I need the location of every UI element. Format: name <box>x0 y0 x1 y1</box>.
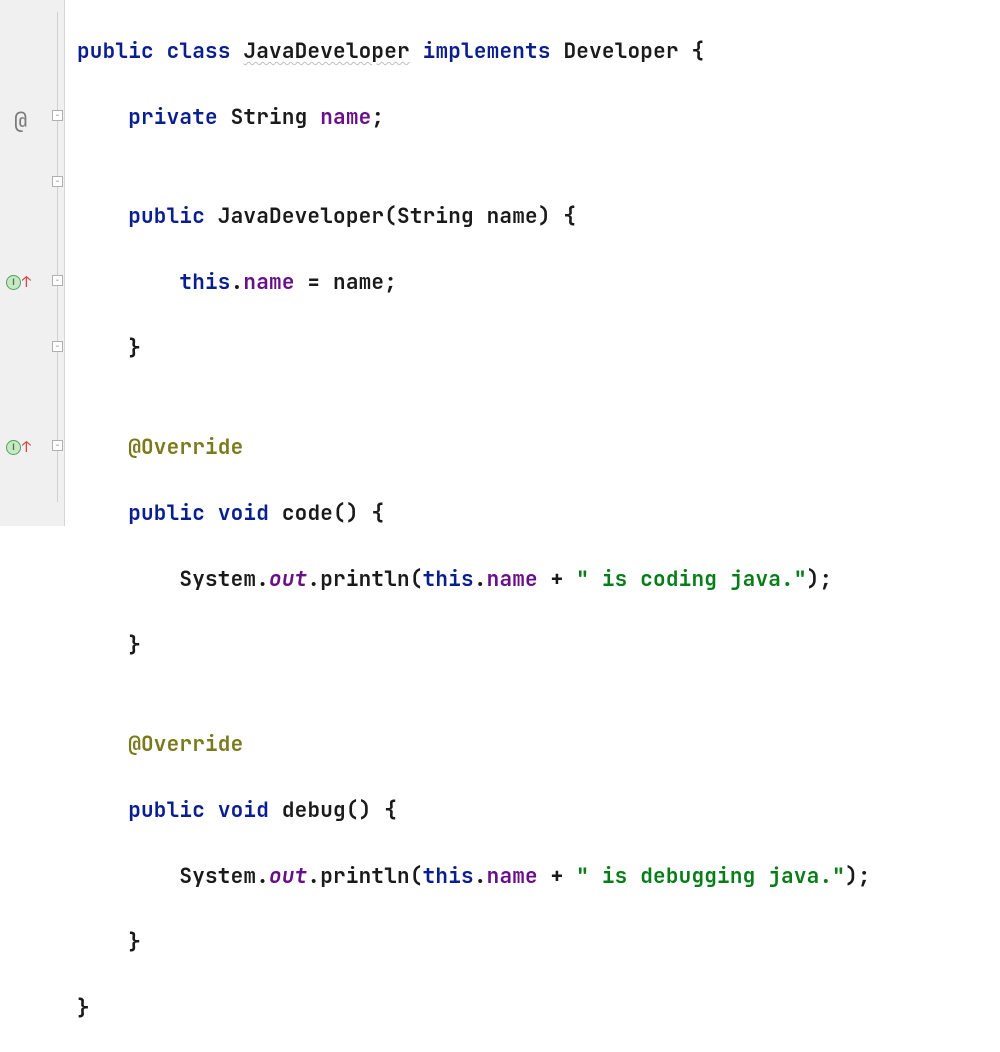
fold-collapse-icon[interactable]: − <box>52 176 63 187</box>
code-line: public class JavaDeveloper implements De… <box>77 35 871 68</box>
implements-gutter-icon[interactable]: I ↑ <box>6 437 31 457</box>
interface-name: Developer <box>563 38 678 65</box>
code-line: System.out.println(this.name + " is codi… <box>77 563 871 596</box>
annotation-gutter-icon[interactable]: @ <box>14 106 27 135</box>
interface-letter-icon: I <box>6 440 21 455</box>
fold-collapse-icon[interactable]: − <box>52 275 63 286</box>
editor-gutter: @ I ↑ I ↑ − − − − − <box>0 0 65 526</box>
implements-gutter-icon[interactable]: I ↑ <box>6 272 31 292</box>
field-name: name <box>487 863 538 890</box>
fold-collapse-icon[interactable]: − <box>52 440 63 451</box>
code-line: } <box>77 992 871 1025</box>
constructor-name: JavaDeveloper <box>218 203 384 230</box>
keyword: class <box>167 38 231 65</box>
field-name: name <box>243 269 294 296</box>
code-line: private String name; <box>77 101 871 134</box>
keyword: this <box>179 269 230 296</box>
fold-line <box>57 12 58 502</box>
method-name: debug <box>282 797 346 824</box>
static-field: out <box>269 863 307 890</box>
method-name: code <box>282 500 333 527</box>
keyword: public <box>128 203 205 230</box>
code-line: } <box>77 332 871 365</box>
code-line: public void debug() { <box>77 794 871 827</box>
interface-letter-icon: I <box>6 275 21 290</box>
field-name: name <box>320 104 371 131</box>
string-literal: " is coding java." <box>576 566 806 593</box>
fold-collapse-icon[interactable]: − <box>52 341 63 352</box>
static-field: out <box>269 566 307 593</box>
fold-column: − − − − − <box>52 0 64 526</box>
class-name: JavaDeveloper <box>243 38 409 65</box>
keyword: public <box>128 500 205 527</box>
keyword: void <box>218 500 269 527</box>
type-name: String <box>231 104 308 131</box>
annotation: @Override <box>128 434 243 461</box>
field-name: name <box>487 566 538 593</box>
keyword: this <box>423 863 474 890</box>
code-line: System.out.println(this.name + " is debu… <box>77 860 871 893</box>
keyword: private <box>128 104 218 131</box>
keyword: void <box>218 797 269 824</box>
keyword: public <box>77 38 154 65</box>
code-editor[interactable]: public class JavaDeveloper implements De… <box>65 0 871 526</box>
code-line: public JavaDeveloper(String name) { <box>77 200 871 233</box>
fold-collapse-icon[interactable]: − <box>52 110 63 121</box>
annotation: @Override <box>128 731 243 758</box>
up-arrow-icon: ↑ <box>22 437 31 457</box>
code-line: } <box>77 629 871 662</box>
code-line: } <box>77 926 871 959</box>
string-literal: " is debugging java." <box>576 863 845 890</box>
keyword: this <box>423 566 474 593</box>
keyword: implements <box>423 38 551 65</box>
code-line: public void code() { <box>77 497 871 530</box>
up-arrow-icon: ↑ <box>22 272 31 292</box>
code-line: @Override <box>77 728 871 761</box>
code-line: this.name = name; <box>77 266 871 299</box>
keyword: public <box>128 797 205 824</box>
code-line: @Override <box>77 431 871 464</box>
